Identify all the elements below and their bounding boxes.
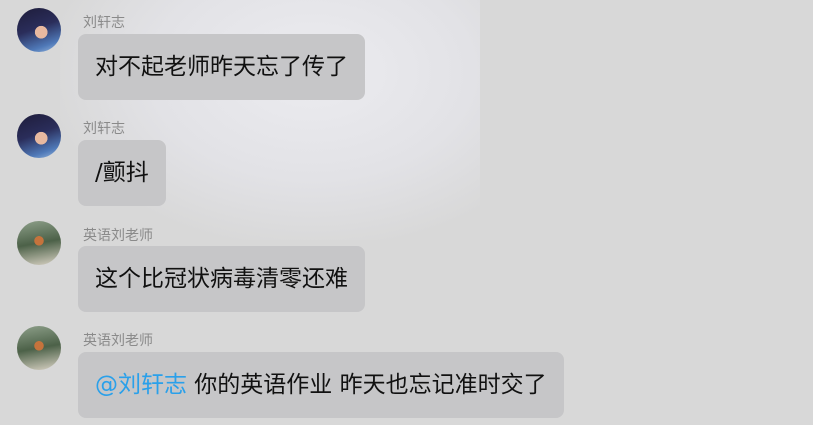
message-bubble[interactable]: 这个比冠状病毒清零还难 [78,246,365,312]
message-bubble[interactable]: 对不起老师昨天忘了传了 [78,34,365,100]
sender-avatar[interactable] [17,221,61,265]
sender-name[interactable]: 刘轩志 [83,118,125,138]
sender-name[interactable]: 刘轩志 [83,12,125,32]
sender-name[interactable]: 英语刘老师 [83,330,153,350]
sender-name[interactable]: 英语刘老师 [83,225,153,245]
sender-avatar[interactable] [17,114,61,158]
mention-link[interactable]: @刘轩志 [95,372,187,398]
sender-avatar[interactable] [17,8,61,52]
sender-avatar[interactable] [17,326,61,370]
message-bubble[interactable]: @刘轩志 你的英语作业 昨天也忘记准时交了 [78,352,564,418]
message-text: 你的英语作业 昨天也忘记准时交了 [187,372,547,398]
message-bubble[interactable]: /颤抖 [78,140,166,206]
